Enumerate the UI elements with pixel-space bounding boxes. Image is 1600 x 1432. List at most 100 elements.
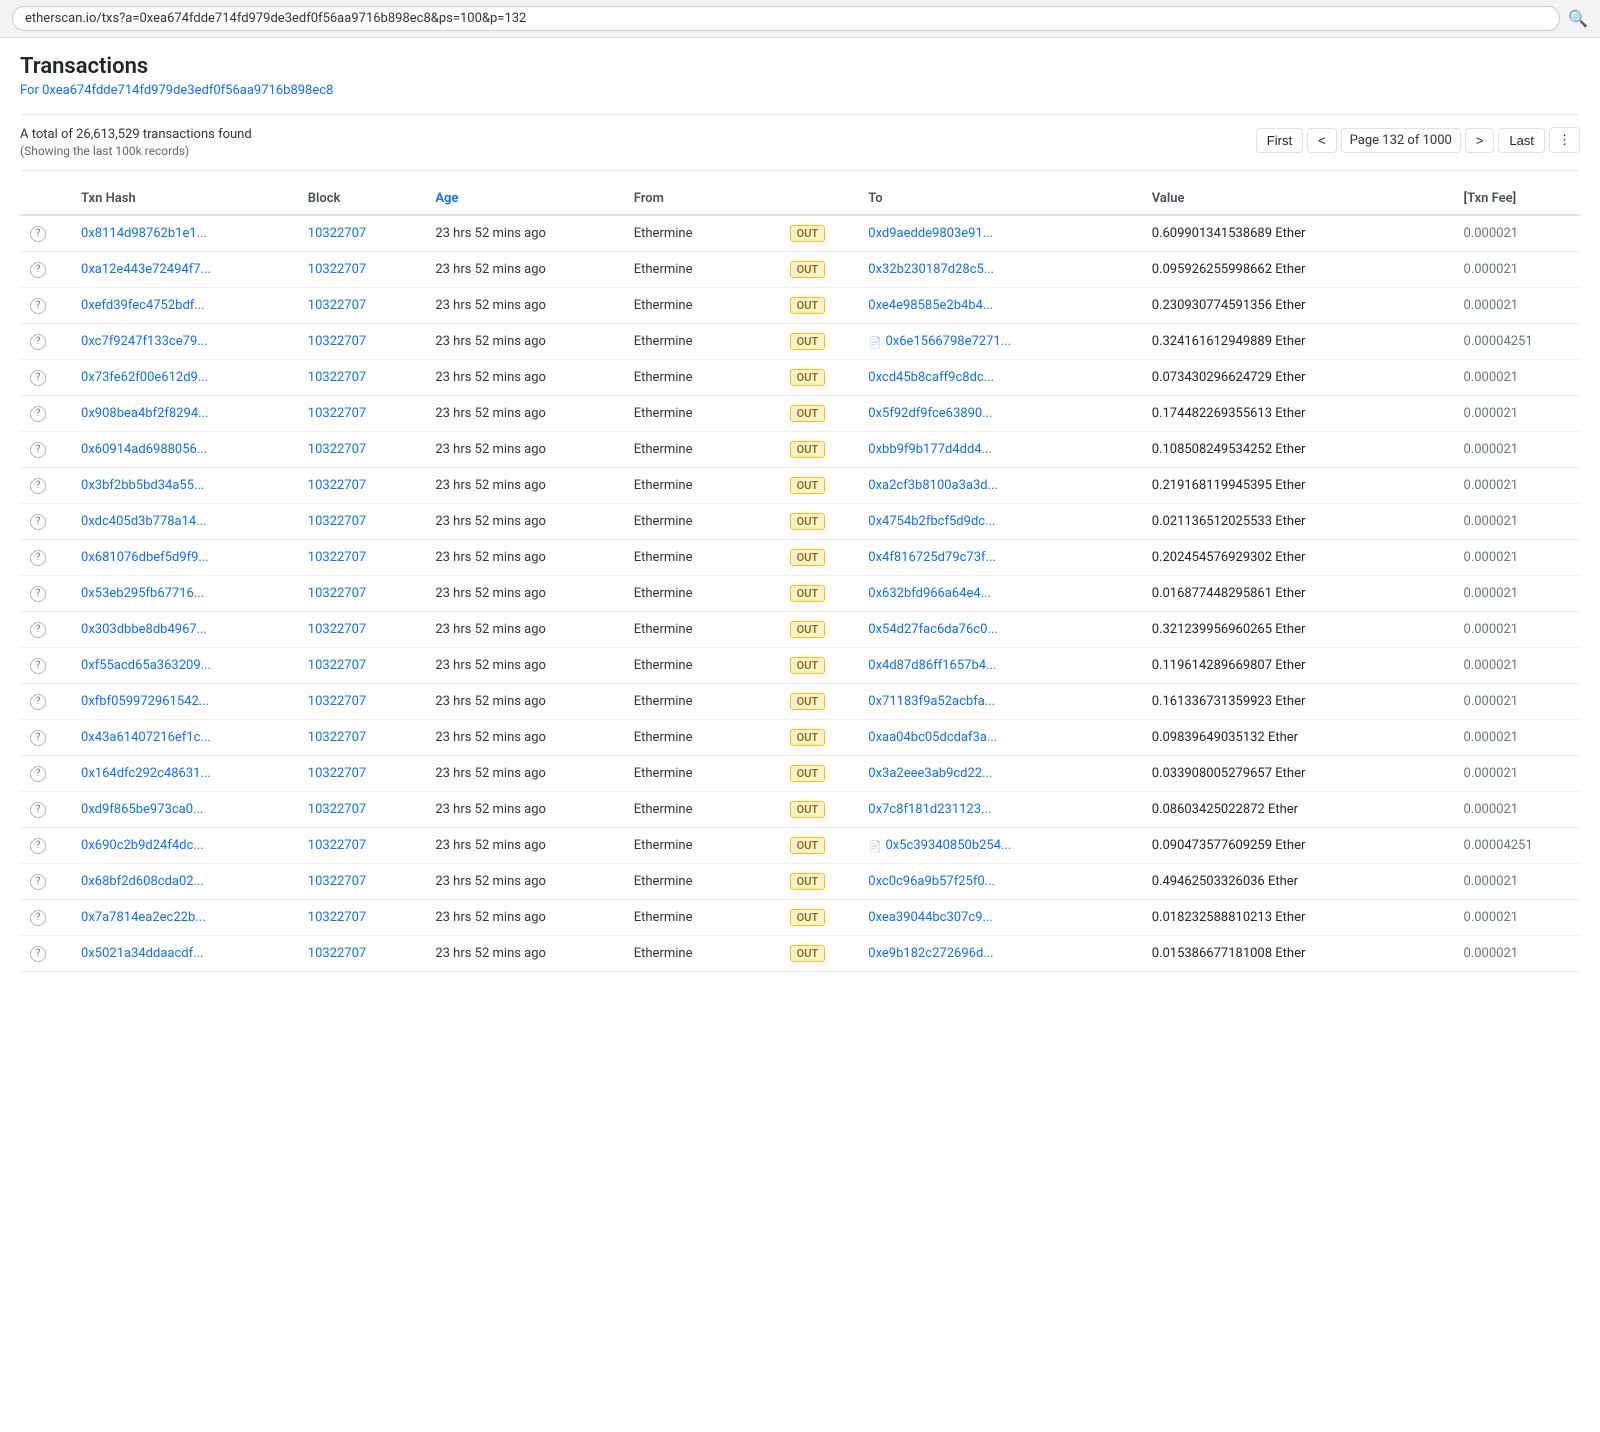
to-address-link[interactable]: 0x7c8f181d231123... [868, 802, 991, 817]
row-icon[interactable]: ? [20, 900, 71, 936]
row-to[interactable]: 0xa2cf3b8100a3a3d... [858, 468, 1141, 504]
txn-hash-link[interactable]: 0x60914ad6988056... [81, 442, 207, 457]
row-txn-hash[interactable]: 0x53eb295fb67716... [71, 576, 298, 612]
row-to[interactable]: 0x7c8f181d231123... [858, 792, 1141, 828]
row-block[interactable]: 10322707 [298, 756, 426, 792]
block-link[interactable]: 10322707 [308, 874, 366, 889]
info-icon[interactable]: ? [30, 586, 46, 602]
more-button[interactable]: ⋮ [1549, 127, 1580, 153]
row-block[interactable]: 10322707 [298, 648, 426, 684]
row-to[interactable]: 0x632bfd966a64e4... [858, 576, 1141, 612]
row-block[interactable]: 10322707 [298, 215, 426, 252]
to-address-link[interactable]: 0x71183f9a52acbfa... [868, 694, 995, 709]
row-icon[interactable]: ? [20, 324, 71, 360]
info-icon[interactable]: ? [30, 262, 46, 278]
txn-hash-link[interactable]: 0x303dbbe8db4967... [81, 622, 207, 637]
row-to[interactable]: 0xbb9f9b177d4dd4... [858, 432, 1141, 468]
row-to[interactable]: 0xe4e98585e2b4b4... [858, 288, 1141, 324]
row-to[interactable]: 0xea39044bc307c9... [858, 900, 1141, 936]
info-icon[interactable]: ? [30, 658, 46, 674]
row-txn-hash[interactable]: 0x3bf2bb5bd34a55... [71, 468, 298, 504]
txn-hash-link[interactable]: 0x53eb295fb67716... [81, 586, 204, 601]
row-icon[interactable]: ? [20, 360, 71, 396]
row-txn-hash[interactable]: 0x908bea4bf2f8294... [71, 396, 298, 432]
row-txn-hash[interactable]: 0xf55acd65a363209... [71, 648, 298, 684]
info-icon[interactable]: ? [30, 226, 46, 242]
block-link[interactable]: 10322707 [308, 910, 366, 925]
row-block[interactable]: 10322707 [298, 540, 426, 576]
info-icon[interactable]: ? [30, 910, 46, 926]
row-to[interactable]: 0xc0c96a9b57f25f0... [858, 864, 1141, 900]
row-block[interactable]: 10322707 [298, 864, 426, 900]
row-txn-hash[interactable]: 0x690c2b9d24f4dc... [71, 828, 298, 864]
block-link[interactable]: 10322707 [308, 586, 366, 601]
search-icon[interactable]: 🔍 [1568, 9, 1588, 28]
row-icon[interactable]: ? [20, 396, 71, 432]
row-block[interactable]: 10322707 [298, 324, 426, 360]
txn-hash-link[interactable]: 0xd9f865be973ca0... [81, 802, 203, 817]
to-address-link[interactable]: 0xcd45b8caff9c8dc... [868, 370, 994, 385]
row-to[interactable]: 0x32b230187d28c5... [858, 252, 1141, 288]
row-to[interactable]: 0xcd45b8caff9c8dc... [858, 360, 1141, 396]
txn-hash-link[interactable]: 0x681076dbef5d9f9... [81, 550, 209, 565]
txn-hash-link[interactable]: 0x690c2b9d24f4dc... [81, 838, 204, 853]
browser-url[interactable]: etherscan.io/txs?a=0xea674fdde714fd979de… [12, 6, 1560, 31]
row-txn-hash[interactable]: 0xfbf059972961542... [71, 684, 298, 720]
block-link[interactable]: 10322707 [308, 622, 366, 637]
row-to[interactable]: 0x4d87d86ff1657b4... [858, 648, 1141, 684]
prev-button[interactable]: < [1307, 128, 1337, 153]
txn-hash-link[interactable]: 0xc7f9247f133ce79... [81, 334, 208, 349]
row-block[interactable]: 10322707 [298, 468, 426, 504]
info-icon[interactable]: ? [30, 550, 46, 566]
row-txn-hash[interactable]: 0xc7f9247f133ce79... [71, 324, 298, 360]
block-link[interactable]: 10322707 [308, 370, 366, 385]
row-txn-hash[interactable]: 0xa12e443e72494f7... [71, 252, 298, 288]
row-icon[interactable]: ? [20, 720, 71, 756]
to-address-link[interactable]: 0xaa04bc05dcdaf3a... [868, 730, 997, 745]
info-icon[interactable]: ? [30, 946, 46, 962]
txn-hash-link[interactable]: 0x164dfc292c48631... [81, 766, 211, 781]
row-txn-hash[interactable]: 0x681076dbef5d9f9... [71, 540, 298, 576]
row-txn-hash[interactable]: 0xdc405d3b778a14... [71, 504, 298, 540]
row-to[interactable]: 0x71183f9a52acbfa... [858, 684, 1141, 720]
txn-hash-link[interactable]: 0x7a7814ea2ec22b... [81, 910, 206, 925]
row-txn-hash[interactable]: 0x8114d98762b1e1... [71, 215, 298, 252]
block-link[interactable]: 10322707 [308, 298, 366, 313]
row-icon[interactable]: ? [20, 756, 71, 792]
row-block[interactable]: 10322707 [298, 792, 426, 828]
txn-hash-link[interactable]: 0x8114d98762b1e1... [81, 226, 207, 241]
block-link[interactable]: 10322707 [308, 550, 366, 565]
first-button[interactable]: First [1256, 128, 1303, 153]
row-to[interactable]: 📄 0x5c39340850b254... [858, 828, 1141, 864]
row-icon[interactable]: ? [20, 936, 71, 972]
txn-hash-link[interactable]: 0xa12e443e72494f7... [81, 262, 211, 277]
row-block[interactable]: 10322707 [298, 900, 426, 936]
to-address-link[interactable]: 0xc0c96a9b57f25f0... [868, 874, 995, 889]
row-to[interactable]: 0x4f816725d79c73f... [858, 540, 1141, 576]
info-icon[interactable]: ? [30, 802, 46, 818]
block-link[interactable]: 10322707 [308, 946, 366, 961]
block-link[interactable]: 10322707 [308, 262, 366, 277]
to-address-link[interactable]: 0x5f92df9fce63890... [868, 406, 992, 421]
row-icon[interactable]: ? [20, 252, 71, 288]
to-address-link[interactable]: 0x54d27fac6da76c0... [868, 622, 997, 637]
row-to[interactable]: 0xaa04bc05dcdaf3a... [858, 720, 1141, 756]
row-icon[interactable]: ? [20, 828, 71, 864]
to-address-link[interactable]: 0x6e1566798e7271... [886, 334, 1012, 349]
block-link[interactable]: 10322707 [308, 658, 366, 673]
to-address-link[interactable]: 0x4754b2fbcf5d9dc... [868, 514, 995, 529]
block-link[interactable]: 10322707 [308, 226, 366, 241]
to-address-link[interactable]: 0xea39044bc307c9... [868, 910, 993, 925]
info-icon[interactable]: ? [30, 622, 46, 638]
to-address-link[interactable]: 0xd9aedde9803e91... [868, 226, 993, 241]
info-icon[interactable]: ? [30, 694, 46, 710]
row-to[interactable]: 0x54d27fac6da76c0... [858, 612, 1141, 648]
row-icon[interactable]: ? [20, 288, 71, 324]
to-address-link[interactable]: 0x4d87d86ff1657b4... [868, 658, 996, 673]
row-icon[interactable]: ? [20, 792, 71, 828]
row-to[interactable]: 0x5f92df9fce63890... [858, 396, 1141, 432]
row-icon[interactable]: ? [20, 648, 71, 684]
row-icon[interactable]: ? [20, 468, 71, 504]
to-address-link[interactable]: 0x632bfd966a64e4... [868, 586, 991, 601]
row-txn-hash[interactable]: 0x43a61407216ef1c... [71, 720, 298, 756]
